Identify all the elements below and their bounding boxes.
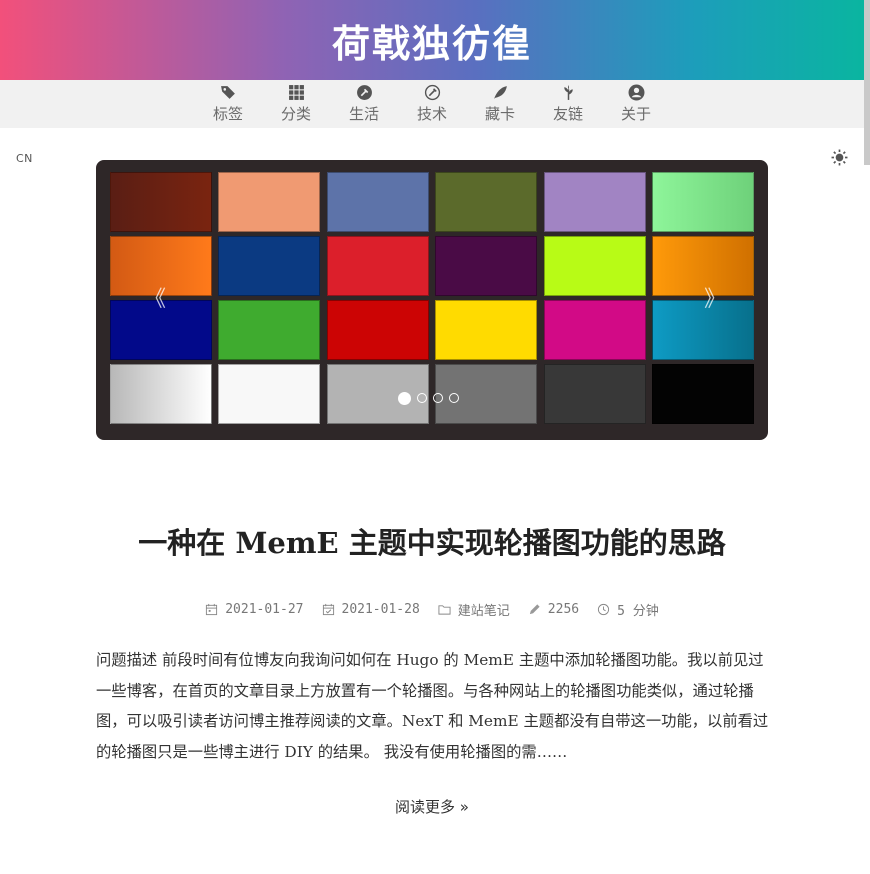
- color-swatch: [543, 364, 646, 424]
- nav-item-about[interactable]: 关于: [608, 83, 664, 125]
- nav-label: 标签: [212, 105, 243, 123]
- color-swatch: [326, 172, 429, 232]
- color-swatch: [110, 364, 212, 424]
- tags-icon: [220, 86, 235, 99]
- word-count-text: 2256: [547, 602, 580, 617]
- nav-item-friends[interactable]: 友链: [540, 83, 596, 125]
- color-swatch: [651, 172, 754, 232]
- pencil-icon: [529, 604, 540, 615]
- color-swatch: [651, 300, 754, 360]
- color-swatch: [218, 172, 321, 232]
- word-count: 2256: [528, 602, 579, 617]
- nav-item-tech[interactable]: 技术: [404, 83, 460, 125]
- hammer-icon: [356, 85, 372, 100]
- color-swatch: [110, 172, 212, 232]
- carousel[interactable]: 《 》: [96, 160, 768, 440]
- language-switch[interactable]: CN: [16, 152, 33, 165]
- calendar-check-icon: [322, 603, 334, 616]
- nav-item-cards[interactable]: 藏卡: [472, 83, 528, 125]
- category-link[interactable]: 建站笔记: [458, 600, 510, 619]
- scrollbar[interactable]: [864, 0, 870, 165]
- carousel-dot[interactable]: [417, 393, 427, 403]
- carousel-dot[interactable]: [398, 392, 411, 405]
- nav-label: 关于: [620, 105, 651, 123]
- color-swatch: [651, 236, 754, 296]
- color-swatch: [326, 236, 429, 296]
- folder-icon: [438, 605, 451, 615]
- color-swatch: [651, 364, 754, 424]
- post-category[interactable]: 建站笔记: [438, 600, 510, 619]
- color-swatch: [435, 300, 538, 360]
- carousel-pagination: [398, 392, 459, 405]
- site-banner: 荷戟独彷徨: [0, 0, 864, 80]
- reading-time: 5 分钟: [597, 600, 659, 619]
- published-date: 2021-01-27: [205, 602, 304, 617]
- post-excerpt: 问题描述 前段时间有位博友向我询问如何在 Hugo 的 MemE 主题中添加轮播…: [96, 651, 769, 761]
- user-circle-icon: [628, 84, 644, 101]
- calendar-icon: [206, 603, 218, 616]
- nav-label: 藏卡: [484, 105, 515, 123]
- carousel-next-button[interactable]: 》: [704, 288, 726, 312]
- nav-label: 生活: [348, 105, 379, 123]
- nav-item-tags[interactable]: 标签: [200, 83, 256, 125]
- color-swatch: [218, 300, 321, 360]
- carousel-slide-image[interactable]: [110, 172, 754, 428]
- color-swatch: [543, 300, 646, 360]
- main-nav: 标签 分类 生活 技术 藏卡 友链 关于: [0, 80, 864, 128]
- published-date-text: 2021-01-27: [225, 602, 304, 617]
- read-more-link[interactable]: 阅读更多 »: [96, 796, 768, 817]
- nav-label: 友链: [552, 105, 583, 123]
- nav-item-categories[interactable]: 分类: [268, 83, 324, 125]
- nav-label: 技术: [416, 105, 447, 123]
- carousel-dot[interactable]: [449, 393, 459, 403]
- sprout-icon: [563, 85, 573, 100]
- nav-item-life[interactable]: 生活: [336, 83, 392, 125]
- updated-date-text: 2021-01-28: [341, 602, 420, 617]
- sun-icon[interactable]: [831, 149, 848, 166]
- clock-icon: [598, 603, 610, 616]
- color-swatch: [218, 364, 321, 424]
- reading-time-text: 5 分钟: [617, 604, 659, 619]
- updated-date: 2021-01-28: [322, 602, 420, 617]
- nav-label: 分类: [280, 105, 311, 123]
- wrench-icon: [424, 84, 440, 101]
- color-swatch: [435, 236, 538, 296]
- color-swatch: [435, 172, 538, 232]
- color-swatch: [543, 172, 646, 232]
- color-swatch: [543, 236, 646, 296]
- color-swatch: [218, 236, 321, 296]
- feather-icon: [493, 86, 507, 99]
- post-title[interactable]: 一种在 MemE 主题中实现轮播图功能的思路: [96, 520, 768, 562]
- site-title[interactable]: 荷戟独彷徨: [332, 13, 532, 68]
- carousel-dot[interactable]: [433, 393, 443, 403]
- grid-icon: [288, 85, 304, 100]
- carousel-prev-button[interactable]: 《: [144, 288, 166, 312]
- color-swatch: [326, 300, 429, 360]
- post-meta: 2021-01-27 2021-01-28 建站笔记 2256 5 分钟: [96, 600, 768, 619]
